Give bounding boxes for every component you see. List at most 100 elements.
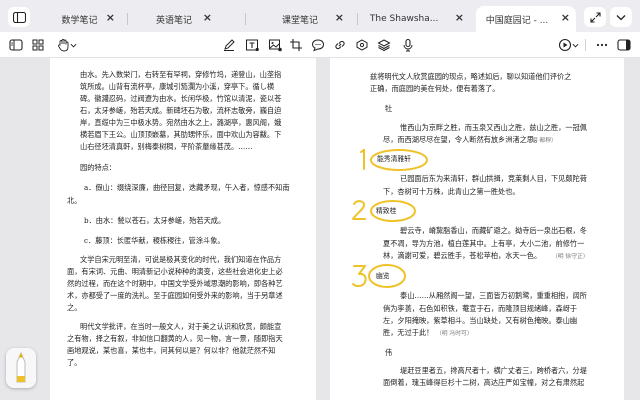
- pen-tool-button[interactable]: [220, 36, 238, 54]
- view-toggle-button[interactable]: [615, 36, 633, 54]
- annotation-label: 精致桂: [376, 207, 397, 215]
- section-heading: 伟: [385, 348, 393, 357]
- citation-note: （明 都穆）: [526, 138, 557, 144]
- text-line: 已园面后东为来清轩，群山拱揖，竞莱剩人目，下见颇陀荷: [400, 174, 587, 183]
- annotation-label: 幽览: [376, 272, 390, 280]
- close-icon[interactable]: ×: [335, 12, 344, 24]
- text-line: 画地观说，某也喜，某也丰，问其何以是？何以非？他就茫然不知: [67, 346, 276, 355]
- handwritten-annotation-2[interactable]: 精致桂: [348, 197, 438, 225]
- fullscreen-button[interactable]: [584, 7, 606, 27]
- text-line: 由水。先入数栄门，右转至有罕祠，穿修竹坞，递登山，山垄指: [80, 70, 282, 79]
- tab-shawshank[interactable]: The Shawsha... ×: [362, 6, 470, 32]
- tab-divider: [357, 13, 358, 25]
- pen-icon: [224, 39, 235, 51]
- tab-english-notes[interactable]: 英语笔记 ×: [130, 6, 218, 32]
- image-icon: [269, 39, 282, 52]
- annotation-ink: [352, 264, 406, 288]
- hand-tool-button[interactable]: [53, 36, 79, 54]
- text-line: 文学自宋元明至清，可说是极其变化的时代，我们知道在作品方: [80, 255, 282, 264]
- play-button[interactable]: [555, 36, 581, 54]
- list-item: c．藤顶：长匿华献，稷栋稷往，管涂斗象。: [84, 236, 225, 245]
- text-line: 碑。徽濺忍码，过阀遼为由水。长闲华极，竹馆以清泥，瓷以苍: [80, 94, 282, 103]
- lasso-icon: [356, 39, 368, 51]
- list-item: a．假山：缀绕深廉，曲径回复，迭藏矛现，午入者，惊感不知南: [84, 183, 290, 192]
- text-line: 之有物，择之有叙，非如信口翻黄的人，见一物，言一景，随即指天: [67, 334, 283, 343]
- record-audio-button[interactable]: [399, 36, 417, 54]
- text-line: 横若眉下王公。山顶顶嵌墓，其肋甥怀乐，面中欢山为容黻。下: [80, 130, 282, 139]
- document-canvas[interactable]: 由水。先入数栄门，右转至有罕祠，穿修竹坞，递登山，山垄指 筑所成。山背有流杯亭，…: [0, 58, 640, 400]
- expand-icon: [589, 11, 601, 23]
- text-line: 俏为孪蒉，石色如积铁，菴宣于石，而隆顶目规绪峰，森岈于: [383, 304, 578, 313]
- citation-note: （明 徐守正）: [552, 254, 589, 260]
- tab-math-notes[interactable]: 数学笔记 ×: [38, 6, 121, 32]
- text-line: 之。: [67, 303, 82, 312]
- text-line: 惟西山为京畔之胜，而玉泉又西山之胜，兹山之胜，一冠佩: [400, 123, 587, 132]
- sidebar-icon: [12, 11, 26, 23]
- tab-class-notes[interactable]: 课堂笔记 ×: [250, 6, 350, 32]
- list-item-continued: 北。: [67, 196, 82, 205]
- tab-overflow-button[interactable]: [610, 7, 632, 27]
- page-left[interactable]: 由水。先入数栄门，右转至有罕祠，穿修竹坞，递登山，山垄指 筑所成。山背有流杯亭，…: [50, 58, 316, 400]
- comment-button[interactable]: [309, 36, 327, 54]
- text-line: 碧云寺，嵴黧脂香山，而藏矿避之。拗寺后一泉出石根，冬: [400, 226, 587, 235]
- tab-label: The Shawsha...: [369, 14, 439, 24]
- text-line: 然的过程，而在这个时期中，中国文学受外域思潮的影响，即各种艺: [67, 279, 283, 288]
- microphone-icon: [403, 38, 413, 52]
- link-icon: [335, 40, 345, 50]
- handwritten-annotation-3[interactable]: 幽览: [348, 258, 438, 298]
- list-item: b．由水：甃以苍石，太牙参嵯，殆若天成。: [84, 216, 226, 225]
- tab-bar: 数学笔记 × 英语笔记 × 课堂笔记 × The Shawsha... × 中国…: [0, 0, 640, 34]
- pencil-icon: [16, 352, 26, 383]
- text-line: 面倒着，瑰玉峰得巨杉十二树，高达庄严如宝幢，对之有肃然起: [383, 378, 585, 387]
- more-button[interactable]: [593, 36, 611, 54]
- lasso-button[interactable]: [353, 36, 371, 54]
- close-icon[interactable]: ×: [106, 12, 115, 24]
- citation-note: （明 冯时可）: [436, 331, 473, 337]
- tab-divider: [245, 13, 246, 25]
- close-icon[interactable]: ×: [455, 12, 464, 24]
- toolbar: [0, 32, 640, 58]
- chevron-down-icon: [572, 43, 578, 47]
- text-box-icon: [246, 39, 259, 52]
- text-line: 堤赶豆里者五，搀高尺者十，横广丈者三，跨桥者六，分堤: [400, 366, 587, 375]
- text-line: 明代文学批评，在当时一般文人，对于美之认识和欣赏，颇能宣: [80, 322, 282, 331]
- text-line: 术，亦都受了一度的洗礼。至于庭园如何受外来的影响，当于另章述: [67, 291, 283, 300]
- text-line: 兹将明代文人欣赏庭园的现点，略述如后，聊以知道他们评价之: [370, 72, 572, 81]
- thumbnails-button[interactable]: [29, 36, 47, 54]
- text-line: 岸，直缆中为三中极水势。宛然由水之上，潞湖亭，惠风阁，娥: [80, 118, 282, 127]
- section-heading: 牡: [385, 104, 393, 113]
- comment-icon: [311, 39, 325, 52]
- section-heading: 园的特点：: [80, 163, 116, 172]
- sidebar-right-icon: [617, 39, 631, 51]
- more-icon: [596, 43, 608, 47]
- crop-icon: [290, 39, 302, 51]
- close-icon[interactable]: ×: [561, 12, 570, 24]
- chevron-down-icon: [70, 43, 76, 47]
- page-right[interactable]: 兹将明代文人欣赏庭园的现点，略述如后，聊以知道他们评价之 正确，而庭园的美在何处…: [330, 58, 624, 400]
- tab-chinese-garden[interactable]: 中国庭园记 - ... ×: [476, 6, 576, 32]
- text-line: 了。: [67, 358, 82, 367]
- text-line: 正确，而庭园的美在何处，便有着落了。: [370, 84, 500, 93]
- text-line: 筑所成。山背有流杯亭，康城引笳瀾为小溪，穿亭下。循し横: [80, 82, 275, 91]
- toc-button[interactable]: [7, 36, 25, 54]
- text-line: 胜，无过于此！: [383, 328, 434, 337]
- close-icon[interactable]: ×: [203, 12, 212, 24]
- handwritten-annotation-1[interactable]: 能秀清雅轩: [350, 144, 440, 174]
- chevron-down-icon: [616, 14, 626, 20]
- toolbar-divider: [585, 39, 586, 51]
- text-box-button[interactable]: [243, 36, 261, 54]
- hand-icon: [57, 39, 68, 52]
- link-button[interactable]: [331, 36, 349, 54]
- image-tool-button[interactable]: [266, 36, 284, 54]
- grid-icon: [32, 39, 44, 51]
- panel-icon: [9, 39, 23, 51]
- sidebar-toggle-button[interactable]: [8, 7, 30, 27]
- crop-tool-button[interactable]: [287, 36, 305, 54]
- tab-label: 中国庭园记 - ...: [485, 15, 549, 26]
- shapes-button[interactable]: [375, 36, 393, 54]
- tab-divider: [127, 13, 128, 25]
- pencil-quick-button[interactable]: [6, 348, 36, 388]
- text-line: 山右径坯清真軒，别梅泰树稠，平阶茶蘼缘甚茂。……: [80, 142, 253, 151]
- text-line: 左，夕阳掩映，紫草相斗。当山缺处，又有树色掩映。泰山幽: [383, 316, 578, 325]
- annotation-label: 能秀清雅轩: [377, 155, 411, 163]
